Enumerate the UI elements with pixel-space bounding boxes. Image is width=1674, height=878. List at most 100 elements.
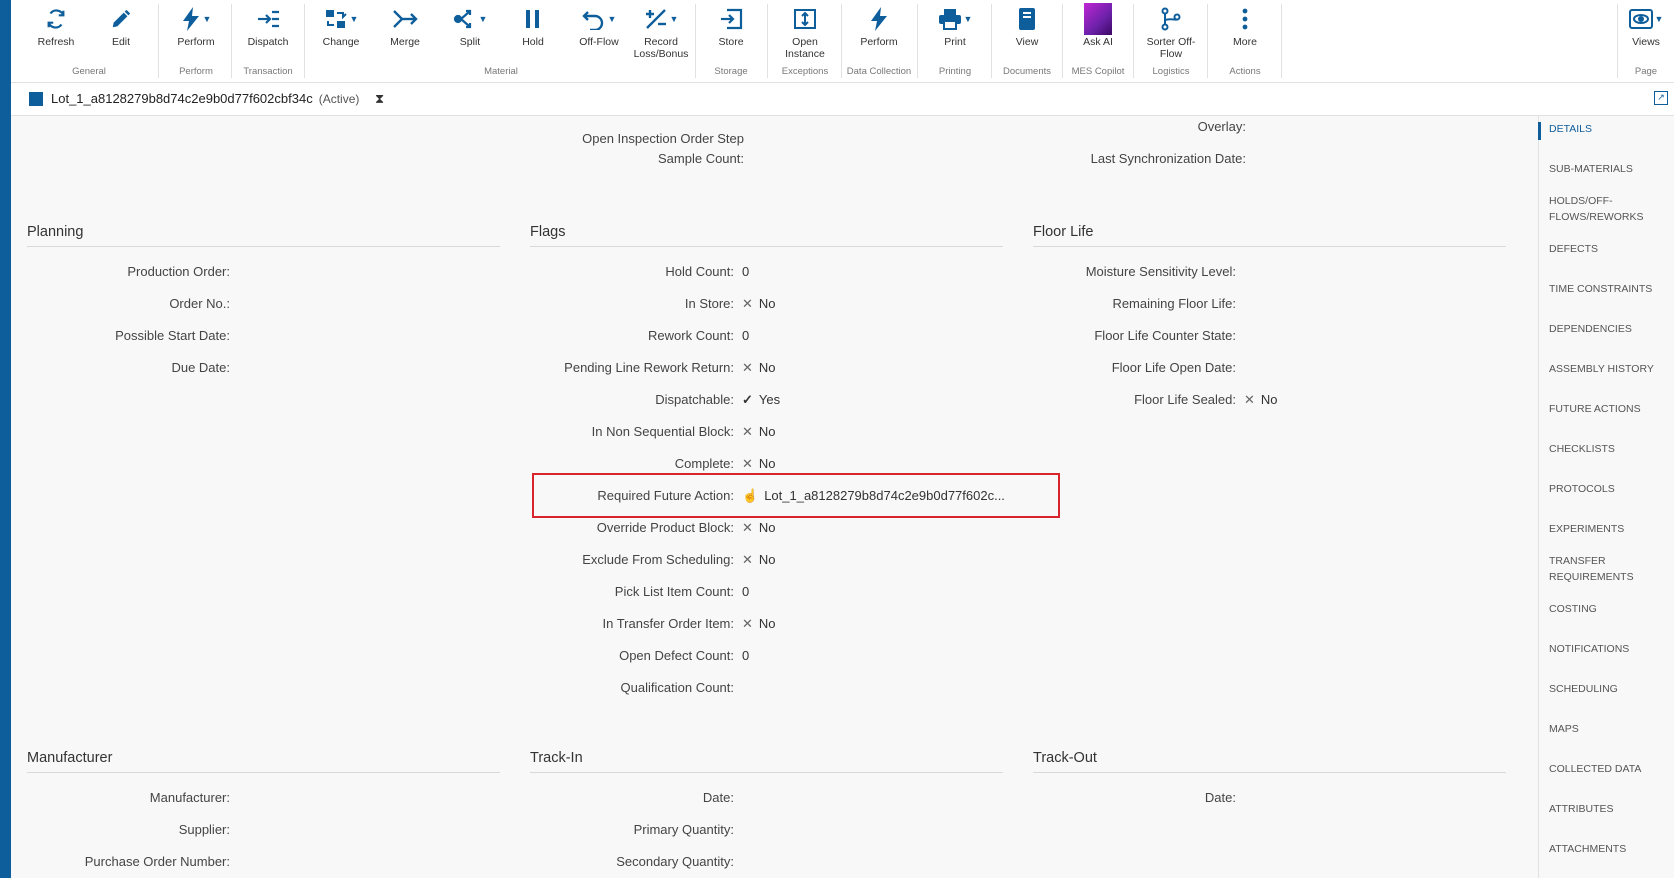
view-documents-button[interactable]: View xyxy=(995,2,1059,48)
views-label: Views xyxy=(1632,36,1660,48)
nav-future-actions[interactable]: Future Actions xyxy=(1549,401,1669,417)
record-loss-bonus-label: Record Loss/Bonus xyxy=(633,36,689,60)
printer-icon xyxy=(938,9,961,30)
section-title: Planning xyxy=(27,224,500,247)
refresh-label: Refresh xyxy=(37,36,75,48)
nav-scheduling[interactable]: Scheduling xyxy=(1549,681,1669,697)
group-label-mes-copilot: MES Copilot xyxy=(1071,66,1125,77)
perform-button[interactable]: ▼ Perform xyxy=(163,2,229,48)
section-flags: Flags Hold Count: 0 In Store: ✕ No Rework C… xyxy=(530,224,1005,705)
refresh-button[interactable]: Refresh xyxy=(27,2,85,48)
x-icon: ✕ xyxy=(742,296,753,311)
purchase-order-number-label: Purchase Order Number: xyxy=(84,854,230,869)
hold-count-value: 0 xyxy=(742,264,750,279)
merge-label: Merge xyxy=(390,36,420,48)
store-icon xyxy=(721,8,743,30)
merge-button[interactable]: Merge xyxy=(375,2,435,48)
hold-button[interactable]: Hold xyxy=(505,2,561,48)
toolbar: Refresh Edit General ▼ Perform Perform D… xyxy=(11,0,1674,83)
section-title: Track-Out xyxy=(1033,750,1506,773)
record-loss-bonus-button[interactable]: ▼ Record Loss/Bonus xyxy=(631,2,691,60)
field-label: Last Synchronization Date: xyxy=(1090,151,1246,166)
section-title: Manufacturer xyxy=(27,750,500,773)
x-icon: ✕ xyxy=(742,424,753,439)
nav-details[interactable]: Details xyxy=(1549,121,1669,137)
split-button[interactable]: ▼ Split xyxy=(437,2,503,48)
open-instance-button[interactable]: Open Instance xyxy=(771,2,839,60)
active-indicator xyxy=(1538,122,1541,140)
nav-assembly-history[interactable]: Assembly History xyxy=(1549,361,1669,377)
nav-dependencies[interactable]: Dependencies xyxy=(1549,321,1669,337)
perform-data-collection-button[interactable]: Perform xyxy=(845,2,913,48)
pick-list-item-count-label: Pick List Item Count: xyxy=(614,584,734,599)
change-label: Change xyxy=(322,36,360,48)
perform-data-collection-label: Perform xyxy=(860,36,898,48)
sorter-off-flow-button[interactable]: Sorter Off-Flow xyxy=(1137,2,1205,60)
lot-icon xyxy=(29,92,43,106)
nav-attributes[interactable]: Attributes xyxy=(1549,801,1669,817)
x-icon: ✕ xyxy=(742,360,753,375)
section-manufacturer: Manufacturer Manufacturer: Supplier: Pur… xyxy=(27,750,500,878)
exclude-from-scheduling-label: Exclude From Scheduling: xyxy=(582,552,734,567)
nav-experiments[interactable]: Experiments xyxy=(1549,521,1669,537)
expand-icon[interactable]: ↗ xyxy=(1654,91,1668,105)
nav-protocols[interactable]: Protocols xyxy=(1549,481,1669,497)
field-label: Overlay: xyxy=(1197,119,1246,134)
off-flow-button[interactable]: ▼ Off-Flow xyxy=(567,2,631,48)
print-button[interactable]: ▼ Print xyxy=(921,2,989,48)
edit-icon xyxy=(112,9,131,28)
book-icon xyxy=(1019,8,1035,30)
toolbar-separator xyxy=(304,4,305,78)
more-icon xyxy=(1242,8,1248,30)
nav-notifications[interactable]: Notifications xyxy=(1549,641,1669,657)
floor-life-sealed-value: No xyxy=(1260,392,1278,407)
open-instance-icon xyxy=(794,9,816,29)
dispatch-button[interactable]: Dispatch xyxy=(235,2,301,48)
change-button[interactable]: ▼ Change xyxy=(309,2,373,48)
eye-icon xyxy=(1628,9,1653,29)
highlight-box xyxy=(532,473,1060,518)
pick-list-item-count-value: 0 xyxy=(742,584,750,599)
nav-sub-materials[interactable]: Sub-Materials xyxy=(1549,161,1669,177)
nav-maps[interactable]: Maps xyxy=(1549,721,1669,737)
views-button[interactable]: ▼ Views xyxy=(1621,2,1671,48)
nav-time-constraints[interactable]: Time Constraints xyxy=(1549,281,1669,297)
right-section-nav: Details Sub-Materials Holds/Off-Flows/Re… xyxy=(1538,116,1674,878)
override-product-block-value: No xyxy=(758,520,776,535)
store-button[interactable]: Store xyxy=(699,2,763,48)
floor-life-sealed-label: Floor Life Sealed: xyxy=(1134,392,1236,407)
qualification-count-label: Qualification Count: xyxy=(620,680,734,695)
possible-start-date-label: Possible Start Date: xyxy=(115,328,230,343)
group-label-logistics: Logistics xyxy=(1152,66,1190,77)
nav-collected-data[interactable]: Collected Data xyxy=(1549,761,1669,777)
plus-minus-icon xyxy=(645,9,666,29)
in-store-value: No xyxy=(758,296,776,311)
more-button[interactable]: More xyxy=(1211,2,1279,48)
floor-life-counter-state-label: Floor Life Counter State: xyxy=(1094,328,1236,343)
nav-transfer-requirements[interactable]: Transfer Requirements xyxy=(1549,553,1669,585)
in-transfer-order-item-label: In Transfer Order Item: xyxy=(602,616,735,631)
toolbar-separator xyxy=(1207,4,1208,78)
view-label: View xyxy=(1015,36,1039,48)
nav-checklists[interactable]: Checklists xyxy=(1549,441,1669,457)
nav-attachments[interactable]: Attachments xyxy=(1549,841,1669,857)
nav-costing[interactable]: Costing xyxy=(1549,601,1669,617)
edit-button[interactable]: Edit xyxy=(91,2,151,48)
nav-holds-off-flows-reworks[interactable]: Holds/Off-Flows/Reworks xyxy=(1549,193,1669,225)
group-label-page: Page xyxy=(1634,66,1658,77)
group-label-documents: Documents xyxy=(1002,66,1052,77)
undo-icon xyxy=(581,11,603,30)
open-defect-count-value: 0 xyxy=(742,648,750,663)
nav-defects[interactable]: Defects xyxy=(1549,241,1669,257)
toolbar-separator xyxy=(158,4,159,78)
details-content: Open Inspection Order Step Sample Count:… xyxy=(11,116,1531,878)
lightning-icon xyxy=(871,7,887,31)
check-icon: ✓ xyxy=(742,392,753,407)
group-label-storage: Storage xyxy=(714,66,748,77)
ask-ai-button[interactable]: Ask AI xyxy=(1066,2,1130,48)
toolbar-separator xyxy=(1133,4,1134,78)
split-icon xyxy=(453,9,471,29)
refresh-icon xyxy=(47,9,65,29)
group-label-exceptions: Exceptions xyxy=(781,66,829,77)
complete-label: Complete: xyxy=(674,456,734,471)
